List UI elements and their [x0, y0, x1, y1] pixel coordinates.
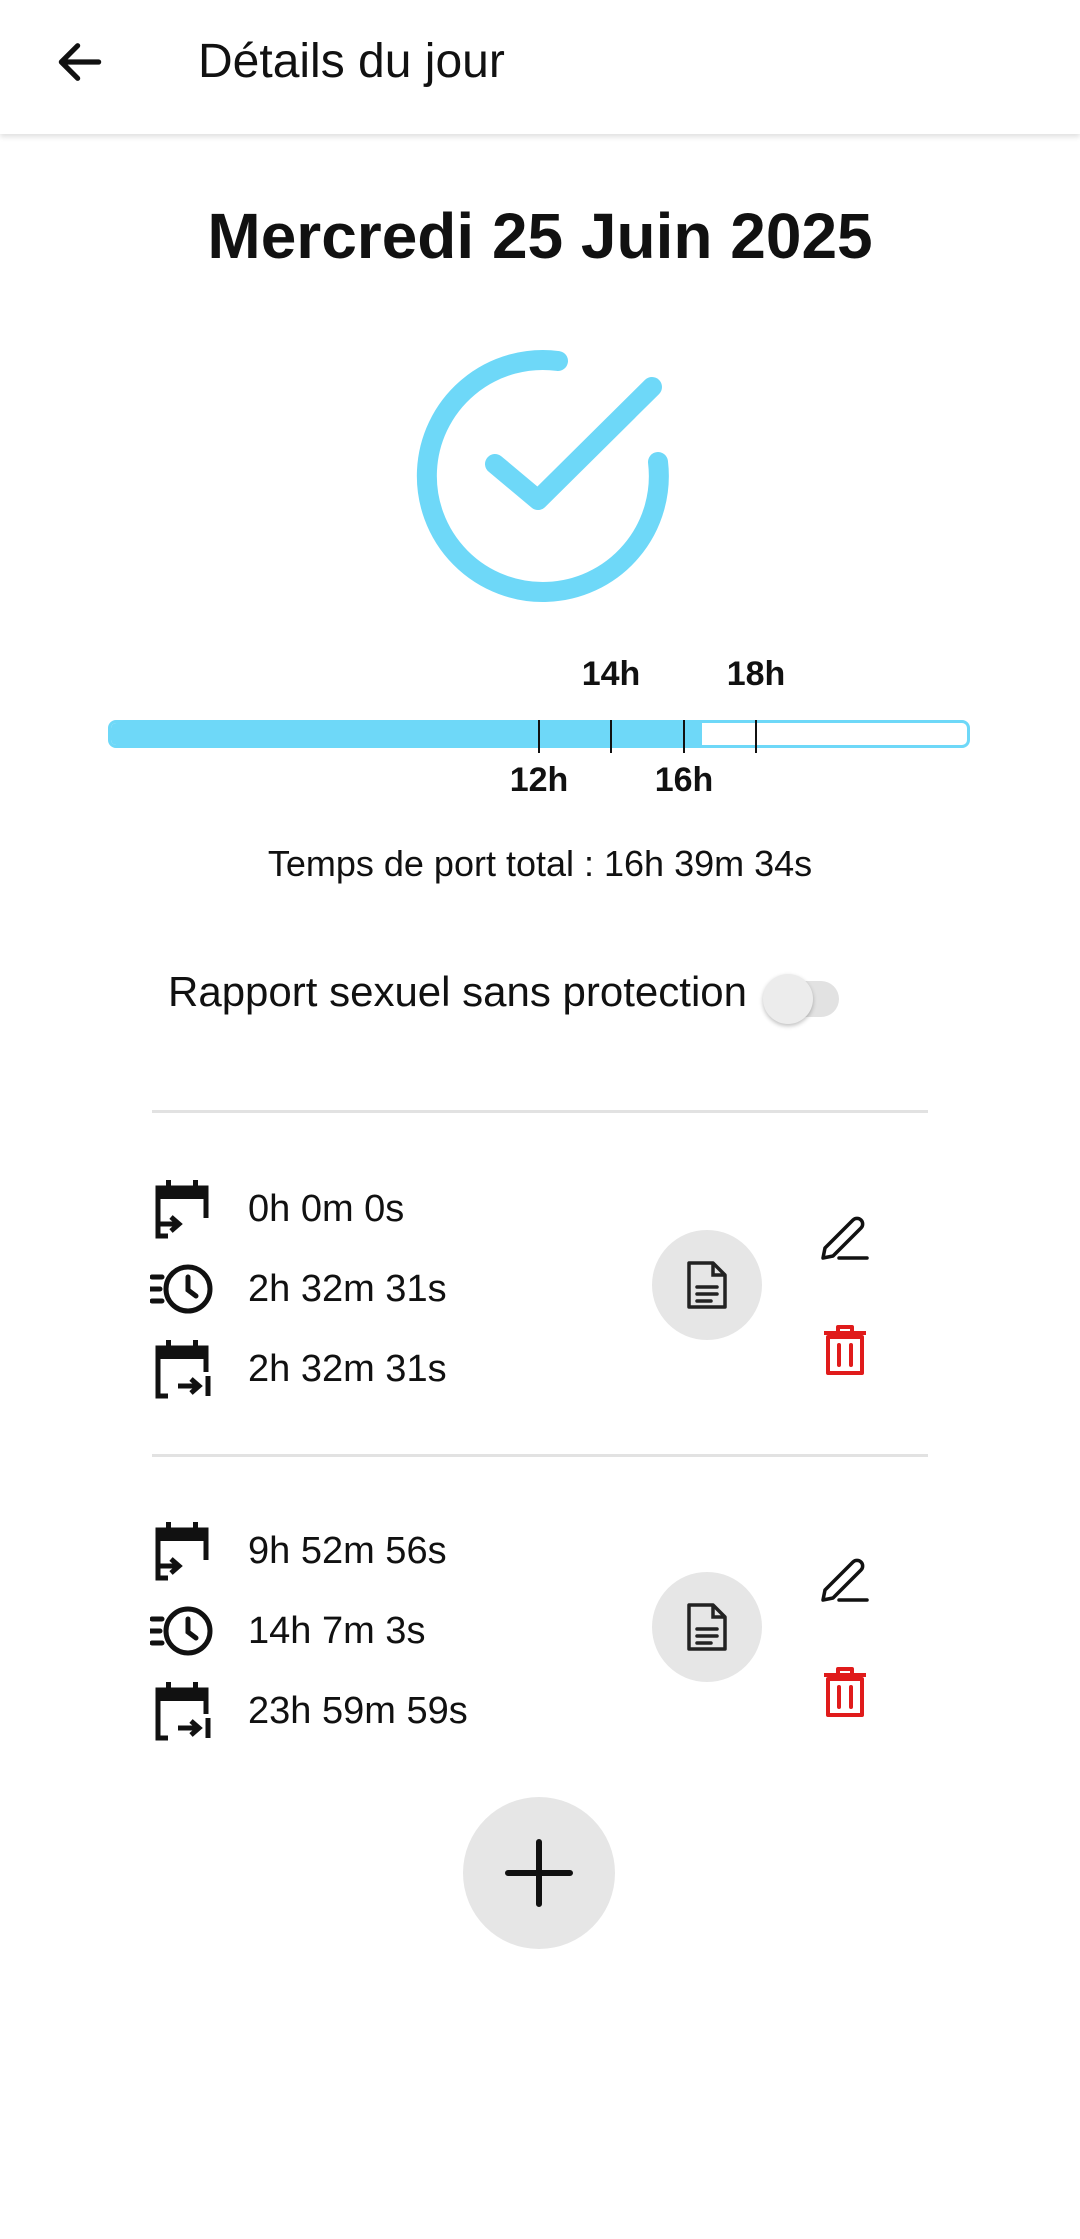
toggle-label: Rapport sexuel sans protection: [168, 968, 747, 1015]
calendar-start-icon: [150, 1177, 214, 1241]
entry-duration-row: 2h 32m 31s: [150, 1259, 447, 1319]
tick-label-16h: 16h: [654, 761, 714, 799]
unprotected-sex-switch[interactable]: [761, 962, 851, 1024]
edit-button[interactable]: [812, 1203, 878, 1269]
delete-button[interactable]: [812, 1317, 878, 1383]
entry-start-time: 9h 52m 56s: [248, 1530, 447, 1572]
entry-duration-row: 14h 7m 3s: [150, 1601, 425, 1661]
arrow-left-icon: [58, 43, 102, 81]
trash-icon: [824, 1325, 866, 1375]
progress-fill: [111, 723, 702, 745]
entry-start-row: 9h 52m 56s: [150, 1521, 447, 1581]
pencil-icon: [821, 1216, 869, 1260]
note-button[interactable]: [652, 1230, 762, 1340]
entry-end-time: 2h 32m 31s: [248, 1348, 447, 1390]
tick-18h: [755, 720, 757, 753]
divider: [152, 1110, 928, 1113]
calendar-end-icon: [150, 1679, 214, 1743]
app-bar: Détails du jour: [0, 0, 1080, 134]
total-wear-time: Temps de port total : 16h 39m 34s: [267, 843, 813, 884]
check-circle-icon: [416, 350, 669, 602]
day-date-heading: Mercredi 25 Juin 2025: [207, 200, 873, 272]
tick-12h: [538, 720, 540, 753]
back-button[interactable]: [40, 22, 120, 102]
tick-16h: [683, 720, 685, 753]
tick-label-12h: 12h: [509, 761, 569, 799]
add-entry-button[interactable]: [463, 1797, 615, 1949]
wear-time-progress-bar: 14h 18h 12h 16h: [108, 655, 972, 815]
divider: [152, 1454, 928, 1457]
edit-button[interactable]: [812, 1545, 878, 1611]
list-item: 9h 52m 56s 14h 7m 3s 23h 59m 59s: [150, 1507, 930, 1757]
calendar-end-icon: [150, 1337, 214, 1401]
entry-end-row: 2h 32m 31s: [150, 1339, 447, 1399]
page-title: Détails du jour: [198, 35, 505, 88]
clock-history-icon: [150, 1599, 214, 1663]
pencil-icon: [821, 1558, 869, 1602]
tick-label-14h: 14h: [581, 655, 641, 693]
delete-button[interactable]: [812, 1659, 878, 1725]
clock-history-icon: [150, 1257, 214, 1321]
document-icon: [687, 1603, 727, 1651]
entry-duration: 2h 32m 31s: [248, 1268, 447, 1310]
entry-end-row: 23h 59m 59s: [150, 1681, 468, 1741]
switch-knob: [763, 974, 813, 1024]
entry-start-time: 0h 0m 0s: [248, 1188, 405, 1230]
trash-icon: [824, 1667, 866, 1717]
entry-duration: 14h 7m 3s: [248, 1610, 426, 1652]
unprotected-sex-toggle-row: Rapport sexuel sans protection: [168, 962, 851, 1024]
document-icon: [687, 1261, 727, 1309]
entry-end-time: 23h 59m 59s: [248, 1690, 468, 1732]
note-button[interactable]: [652, 1572, 762, 1682]
tick-14h: [610, 720, 612, 753]
plus-icon: [505, 1839, 573, 1907]
calendar-start-icon: [150, 1519, 214, 1583]
tick-label-18h: 18h: [726, 655, 786, 693]
list-item: 0h 0m 0s 2h 32m 31s 2h 32m 31s: [150, 1165, 930, 1415]
entry-start-row: 0h 0m 0s: [150, 1179, 404, 1239]
